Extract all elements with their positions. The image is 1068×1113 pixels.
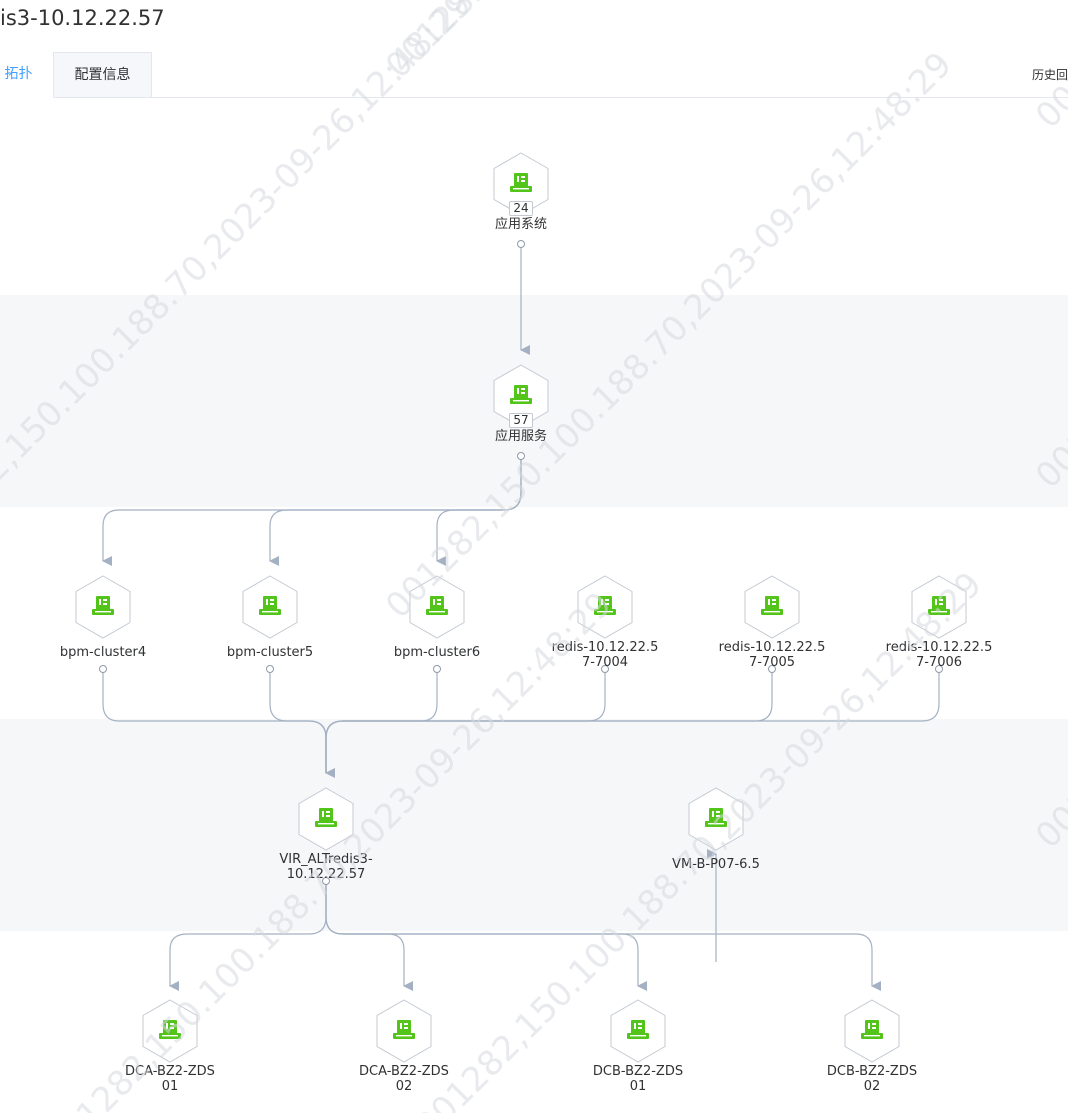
node-dca-bz2-zds02[interactable]: DCA-BZ2-ZDS02 [334,999,474,1094]
server-icon[interactable] [297,787,355,851]
node-label: bpm-cluster6 [393,645,481,660]
node-vir-altredis3[interactable]: VIR_ALTredis3-10.12.22.57 [256,787,396,882]
node-label: DCB-BZ2-ZDS02 [826,1064,918,1094]
node-count-badge: 24 [509,201,533,216]
server-icon[interactable] [241,575,299,639]
edge-app-service-to-bpm-cluster6 [436,456,522,566]
node-label: redis-10.12.22.57-7006 [885,640,993,670]
node-dca-bz2-zds01[interactable]: DCA-BZ2-ZDS01 [100,999,240,1094]
edge-vir-to-dcb-02 [325,881,881,991]
port-dot [517,452,525,460]
node-vm-b-p07[interactable]: VM-B-P07-6.5 [646,787,786,872]
node-label: VM-B-P07-6.5 [672,857,760,872]
edge-app-service-to-bpm-cluster5 [269,456,522,566]
server-icon[interactable] [74,575,132,639]
node-label: DCA-BZ2-ZDS02 [359,1064,449,1094]
node-label: VIR_ALTredis3-10.12.22.57 [279,852,373,882]
node-redis-7005[interactable]: redis-10.12.22.57-7005 [702,575,842,670]
port-dot [266,665,274,673]
edge-vir-to-dca-01 [169,881,327,991]
node-label: DCA-BZ2-ZDS01 [125,1064,215,1094]
node-label: 应用系统 [494,217,547,232]
node-redis-7004[interactable]: redis-10.12.22.57-7004 [535,575,675,670]
server-icon[interactable] [743,575,801,639]
port-dot [99,665,107,673]
node-label: redis-10.12.22.57-7005 [718,640,826,670]
node-dcb-bz2-zds02[interactable]: DCB-BZ2-ZDS02 [802,999,942,1094]
node-label: 应用服务 [494,429,547,444]
port-dot [433,665,441,673]
server-icon[interactable] [576,575,634,639]
node-app-service[interactable]: 57 应用服务 [451,364,591,444]
node-bpm-cluster6[interactable]: bpm-cluster6 [367,575,507,660]
node-app-system[interactable]: 24 应用系统 [451,152,591,232]
server-icon[interactable] [609,999,667,1063]
server-icon[interactable] [910,575,968,639]
node-count-badge: 57 [509,413,533,428]
server-icon[interactable] [408,575,466,639]
server-icon[interactable] [843,999,901,1063]
node-bpm-cluster4[interactable]: bpm-cluster4 [33,575,173,660]
server-icon[interactable] [375,999,433,1063]
node-dcb-bz2-zds01[interactable]: DCB-BZ2-ZDS01 [568,999,708,1094]
edge-app-service-to-bpm-cluster4 [102,456,522,566]
server-icon[interactable]: 24 [492,152,550,216]
node-redis-7006[interactable]: redis-10.12.22.57-7006 [869,575,1009,670]
node-label: DCB-BZ2-ZDS01 [592,1064,684,1094]
node-label: bpm-cluster5 [226,645,314,660]
server-icon[interactable] [687,787,745,851]
node-bpm-cluster5[interactable]: bpm-cluster5 [200,575,340,660]
edge-redis-7006-to-vir [325,669,940,773]
node-label: redis-10.12.22.57-7004 [551,640,659,670]
port-dot [517,240,525,248]
server-icon[interactable] [141,999,199,1063]
server-icon[interactable]: 57 [492,364,550,428]
node-label: bpm-cluster4 [59,645,147,660]
